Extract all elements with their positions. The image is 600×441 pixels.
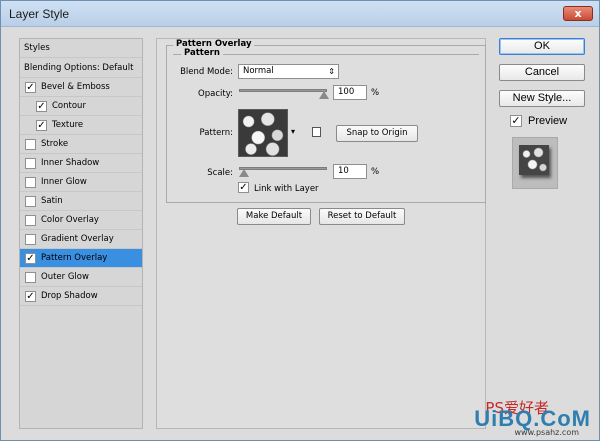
link-with-layer-label: Link with Layer [254, 184, 319, 194]
style-item-checkbox[interactable]: ✓ [25, 253, 36, 264]
styles-panel: Styles Blending Options: Default ✓ Bevel … [19, 38, 143, 429]
blending-options-label: Blending Options: Default [24, 63, 134, 73]
pattern-swatch[interactable] [238, 109, 288, 157]
style-item-label: Inner Glow [41, 177, 87, 187]
style-item-label: Contour [52, 101, 86, 111]
style-item-label: Stroke [41, 139, 69, 149]
style-item-satin[interactable]: Satin [20, 192, 142, 211]
scale-unit: % [371, 167, 380, 177]
make-default-button[interactable]: Make Default [237, 208, 311, 225]
style-item-texture[interactable]: ✓ Texture [20, 116, 142, 135]
styles-header[interactable]: Styles [20, 39, 142, 58]
close-button[interactable]: x [563, 6, 593, 21]
watermark-url: www.psahz.com [514, 428, 579, 437]
style-item-checkbox[interactable]: ✓ [25, 82, 36, 93]
opacity-unit: % [371, 88, 380, 98]
style-item-label: Inner Shadow [41, 158, 100, 168]
style-item-drop-shadow[interactable]: ✓ Drop Shadow [20, 287, 142, 306]
style-item-label: Drop Shadow [41, 291, 98, 301]
style-item-checkbox[interactable] [25, 196, 36, 207]
style-item-checkbox[interactable]: ✓ [25, 291, 36, 302]
style-item-checkbox[interactable] [25, 158, 36, 169]
style-item-bevel-emboss[interactable]: ✓ Bevel & Emboss [20, 78, 142, 97]
opacity-label: Opacity: [198, 89, 233, 99]
scale-slider[interactable] [239, 167, 327, 170]
group-title: Pattern [181, 48, 223, 58]
snap-to-origin-button[interactable]: Snap to Origin [336, 125, 418, 142]
opacity-input[interactable]: 100 [333, 85, 367, 100]
style-item-checkbox[interactable]: ✓ [36, 120, 47, 131]
style-item-checkbox[interactable] [25, 215, 36, 226]
blend-mode-value: Normal [243, 66, 274, 76]
blend-mode-select[interactable]: Normal ⇕ [238, 64, 339, 79]
style-item-label: Bevel & Emboss [41, 82, 110, 92]
style-item-checkbox[interactable]: ✓ [36, 101, 47, 112]
blend-mode-label: Blend Mode: [180, 67, 233, 77]
style-item-label: Gradient Overlay [41, 234, 114, 244]
link-with-layer-checkbox[interactable]: ✓ [238, 182, 249, 193]
style-item-pattern-overlay[interactable]: ✓ Pattern Overlay [20, 249, 142, 268]
reset-to-default-button[interactable]: Reset to Default [319, 208, 405, 225]
style-item-contour[interactable]: ✓ Contour [20, 97, 142, 116]
style-item-checkbox[interactable] [25, 177, 36, 188]
layer-style-dialog: Layer Style x Styles Blending Options: D… [0, 0, 600, 441]
style-item-label: Texture [52, 120, 84, 130]
cancel-button[interactable]: Cancel [499, 64, 585, 81]
style-item-label: Pattern Overlay [41, 253, 108, 263]
styles-header-label: Styles [24, 43, 50, 53]
window-title: Layer Style [9, 7, 70, 21]
title-bar[interactable]: Layer Style x [1, 1, 599, 27]
style-item-label: Color Overlay [41, 215, 99, 225]
style-item-label: Satin [41, 196, 63, 206]
scale-slider-thumb[interactable] [239, 169, 249, 177]
pattern-picker-arrow-icon[interactable]: ▾ [291, 127, 295, 136]
style-item-label: Outer Glow [41, 272, 89, 282]
style-item-checkbox[interactable] [25, 234, 36, 245]
new-style-button[interactable]: New Style... [499, 90, 585, 107]
style-item-outer-glow[interactable]: Outer Glow [20, 268, 142, 287]
style-item-inner-shadow[interactable]: Inner Shadow [20, 154, 142, 173]
scale-input[interactable]: 10 [333, 164, 367, 179]
dropdown-arrow-icon: ⇕ [328, 67, 335, 76]
pattern-label: Pattern: [199, 128, 233, 138]
scale-label: Scale: [207, 168, 233, 178]
style-item-checkbox[interactable] [25, 139, 36, 150]
opacity-slider[interactable] [239, 89, 327, 92]
style-item-gradient-overlay[interactable]: Gradient Overlay [20, 230, 142, 249]
new-preset-icon[interactable] [312, 127, 321, 137]
ok-button[interactable]: OK [499, 38, 585, 55]
opacity-slider-thumb[interactable] [319, 91, 329, 99]
style-item-stroke[interactable]: Stroke [20, 135, 142, 154]
style-item-color-overlay[interactable]: Color Overlay [20, 211, 142, 230]
blending-options-item[interactable]: Blending Options: Default [20, 59, 142, 78]
preview-checkbox[interactable]: ✓ [510, 115, 522, 127]
style-item-checkbox[interactable] [25, 272, 36, 283]
preview-label: Preview [528, 115, 568, 127]
style-item-inner-glow[interactable]: Inner Glow [20, 173, 142, 192]
style-preview-swatch [519, 145, 549, 175]
